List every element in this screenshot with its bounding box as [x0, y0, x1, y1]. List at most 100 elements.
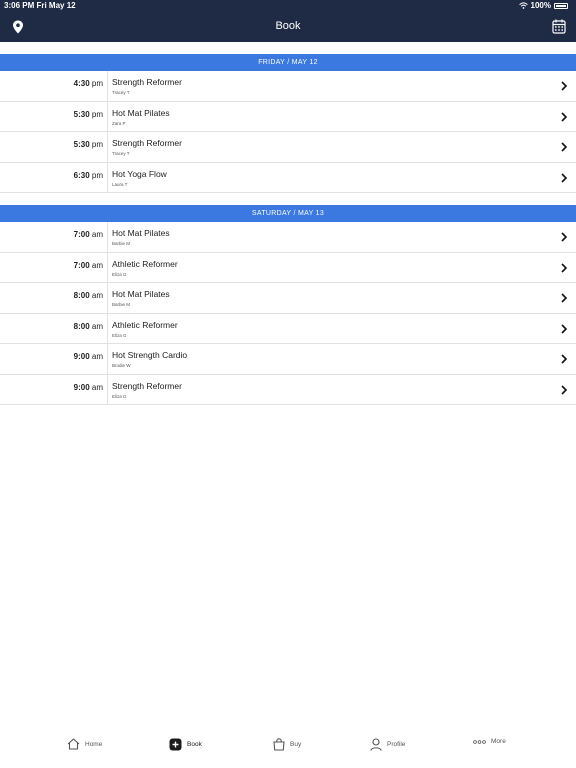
row-divider: [107, 374, 108, 404]
chevron-right-icon: [561, 323, 567, 334]
dots-icon: [473, 739, 486, 744]
row-divider: [107, 222, 108, 252]
day-section-friday: FRIDAY / MAY 12 4:30 pm Strength Reforme…: [0, 54, 576, 193]
bottom-tab-bar: Home Book Buy Profile More: [0, 732, 576, 762]
page-title: Book: [275, 20, 301, 32]
row-divider: [107, 132, 108, 162]
home-icon: [67, 738, 80, 750]
chevron-right-icon: [561, 293, 567, 303]
class-row[interactable]: 9:00 am Strength Reformer Eliza G: [0, 374, 576, 405]
class-row[interactable]: 8:00 am Hot Mat Pilates Barbie M: [0, 283, 576, 314]
class-row[interactable]: 8:00 am Athletic Reformer Eliza G: [0, 313, 576, 344]
time-value: 8:00: [73, 291, 90, 300]
class-name: Hot Mat Pilates: [112, 228, 170, 238]
chevron-right-icon: [561, 232, 567, 242]
class-row[interactable]: 4:30 pm Strength Reformer Tracey T: [0, 71, 576, 102]
tab-label: Profile: [387, 741, 406, 748]
class-time: 5:30 pm: [0, 140, 103, 149]
chevron-right-icon: [561, 384, 567, 395]
class-instructor: Tracey T: [112, 151, 130, 156]
class-row[interactable]: 6:30 pm Hot Yoga Flow Laura T: [0, 162, 576, 193]
class-name: Athletic Reformer: [112, 258, 178, 269]
class-time: 6:30 pm: [0, 171, 103, 180]
class-instructor: Barbie M: [112, 302, 131, 307]
class-instructor: Zara P: [112, 120, 126, 126]
chevron-right-icon: [561, 354, 567, 364]
tab-buy[interactable]: Buy: [273, 738, 301, 751]
class-instructor: Barbie M: [112, 241, 131, 246]
time-ampm: am: [91, 260, 103, 270]
class-instructor: Eliza G: [112, 393, 127, 399]
battery-icon: [554, 2, 568, 9]
time-value: 6:30: [73, 170, 90, 180]
status-indicators: 100%: [518, 1, 568, 10]
tab-more[interactable]: More: [473, 738, 506, 745]
class-row[interactable]: 5:30 pm Strength Reformer Tracey T: [0, 132, 576, 163]
day-header: SATURDAY / MAY 13: [0, 205, 576, 222]
chevron-right-icon: [561, 111, 567, 122]
wifi-icon: [518, 2, 528, 9]
tab-label: Book: [187, 741, 202, 748]
tab-label: More: [491, 738, 506, 745]
class-instructor: Tracey T: [112, 90, 130, 95]
class-instructor: Brodie W: [112, 363, 131, 368]
time-ampm: am: [91, 352, 103, 361]
tab-label: Buy: [290, 741, 302, 748]
plus-square-icon: [169, 738, 182, 751]
class-name: Strength Reformer: [112, 380, 182, 391]
class-schedule: FRIDAY / MAY 12 4:30 pm Strength Reforme…: [0, 54, 576, 405]
time-value: 5:30: [73, 140, 90, 149]
class-time: 5:30 pm: [0, 110, 103, 119]
class-instructor: Eliza G: [112, 271, 127, 277]
tab-profile[interactable]: Profile: [370, 738, 405, 751]
calendar-icon[interactable]: [552, 19, 566, 34]
time-ampm: am: [91, 382, 103, 392]
class-time: 7:00 am: [0, 230, 103, 239]
row-divider: [107, 101, 108, 131]
class-time: 8:00 am: [0, 322, 103, 331]
day-section-saturday: SATURDAY / MAY 13 7:00 am Hot Mat Pilate…: [0, 205, 576, 405]
class-row[interactable]: 5:30 pm Hot Mat Pilates Zara P: [0, 101, 576, 132]
row-divider: [107, 162, 108, 192]
time-ampm: am: [91, 230, 103, 239]
class-name: Hot Mat Pilates: [112, 107, 170, 118]
class-name: Strength Reformer: [112, 138, 182, 148]
class-row[interactable]: 7:00 am Athletic Reformer Eliza G: [0, 252, 576, 283]
class-row[interactable]: 7:00 am Hot Mat Pilates Barbie M: [0, 222, 576, 253]
class-time: 9:00 am: [0, 352, 103, 361]
tab-home[interactable]: Home: [67, 738, 102, 750]
class-instructor: Laura T: [112, 181, 128, 187]
book-screen: { "status_bar": { "time": "3:06 PM Fri M…: [0, 0, 576, 768]
time-value: 7:00: [73, 260, 90, 270]
row-divider: [107, 71, 108, 101]
time-value: 8:00: [73, 321, 90, 331]
class-row[interactable]: 9:00 am Hot Strength Cardio Brodie W: [0, 344, 576, 375]
chevron-right-icon: [561, 172, 567, 183]
row-divider: [107, 283, 108, 313]
time-value: 5:30: [73, 109, 90, 119]
tab-label: Home: [85, 740, 103, 748]
time-ampm: pm: [91, 140, 103, 149]
class-name: Athletic Reformer: [112, 319, 178, 330]
class-time: 4:30 pm: [0, 79, 103, 88]
time-value: 7:00: [73, 230, 90, 239]
time-ampm: pm: [91, 79, 103, 88]
status-time: 3:06 PM Fri May 12: [4, 1, 76, 10]
time-ampm: am: [91, 321, 103, 331]
class-time: 7:00 am: [0, 261, 103, 270]
time-value: 4:30: [73, 79, 90, 88]
person-icon: [370, 738, 382, 751]
class-name: Hot Strength Cardio: [112, 350, 188, 360]
class-instructor: Eliza G: [112, 332, 127, 338]
class-name: Strength Reformer: [112, 77, 182, 87]
chevron-right-icon: [561, 81, 567, 91]
chevron-right-icon: [561, 262, 567, 273]
time-ampm: pm: [91, 170, 103, 180]
time-value: 9:00: [73, 382, 90, 392]
row-divider: [107, 252, 108, 282]
class-name: Hot Yoga Flow: [112, 168, 167, 179]
day-header: FRIDAY / MAY 12: [0, 54, 576, 71]
time-value: 9:00: [73, 352, 90, 361]
tab-book[interactable]: Book: [169, 738, 202, 751]
